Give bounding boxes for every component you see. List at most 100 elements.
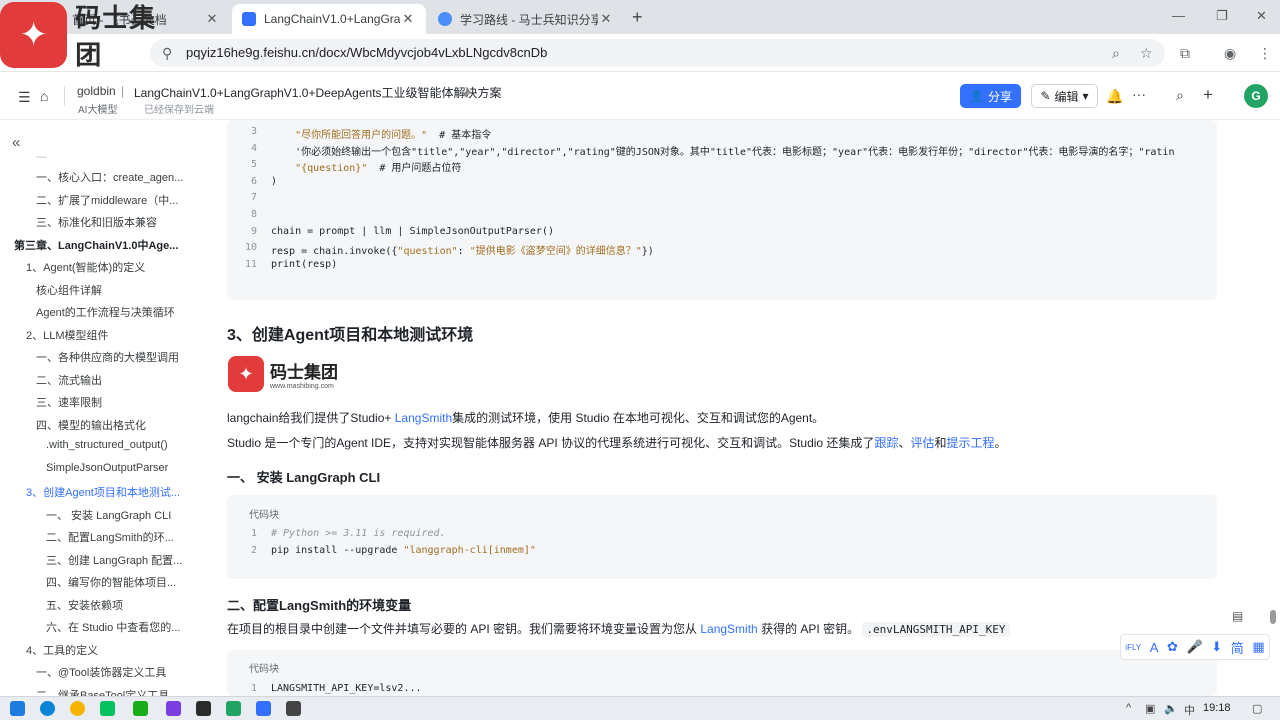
- close-icon[interactable]: ✕: [204, 11, 220, 27]
- wechat-icon[interactable]: [100, 701, 115, 716]
- menu-kebab-icon[interactable]: ⋮: [1258, 45, 1272, 62]
- tray-app-icon[interactable]: ▣: [1145, 702, 1155, 715]
- sidebar-toc-item[interactable]: 二、流式输出: [36, 372, 102, 388]
- sidebar-toc-item[interactable]: 2、LLM模型组件: [26, 327, 109, 343]
- evaluation-link[interactable]: 评估: [910, 436, 934, 450]
- floating-tool-item[interactable]: ✿: [1167, 639, 1178, 655]
- sidebar-toc-item[interactable]: 一、@Tool装饰器定义工具: [36, 664, 166, 680]
- code-block[interactable]: 代码块 1 # Python >= 3.11 is required. 2 pip i…: [227, 495, 1217, 579]
- pin-icon[interactable]: 🖈: [460, 84, 471, 105]
- sidebar-toc-item[interactable]: 三、速率限制: [36, 394, 102, 410]
- edit-mode-button[interactable]: ✎ 编辑 ▾: [1031, 84, 1098, 108]
- avatar[interactable]: G: [1244, 84, 1268, 108]
- more-icon[interactable]: ···: [1132, 86, 1146, 102]
- edge-icon[interactable]: [40, 701, 55, 716]
- app-icon[interactable]: [226, 701, 241, 716]
- document-title[interactable]: LangChainV1.0+LangGraphV1.0+DeepAgents工业…: [134, 84, 502, 101]
- langsmith-link[interactable]: LangSmith: [395, 411, 452, 425]
- floating-tool-item[interactable]: ▦: [1252, 639, 1264, 655]
- line-number: 1: [250, 683, 257, 694]
- chat-icon[interactable]: [133, 701, 148, 716]
- section-heading: 3、创建Agent项目和本地测试环境: [227, 327, 474, 344]
- floating-tool-item[interactable]: A: [1150, 640, 1159, 655]
- new-tab-button[interactable]: +: [632, 7, 643, 28]
- chrome-icon[interactable]: [70, 701, 85, 716]
- maximize-icon[interactable]: ❐: [1216, 8, 1228, 24]
- text: 、: [898, 436, 911, 450]
- toc-item-partial[interactable]: —: [36, 151, 47, 163]
- home-icon[interactable]: ⌂: [40, 88, 48, 104]
- tray-chevron-icon[interactable]: ^: [1126, 702, 1131, 714]
- sidebar-toc-item[interactable]: 四、编写你的智能体项目...: [46, 574, 176, 590]
- sidebar-toc-item[interactable]: 一、核心入口：create_agen...: [36, 169, 183, 185]
- add-icon[interactable]: +: [1203, 85, 1213, 105]
- floating-tool-item[interactable]: 🎤: [1187, 639, 1203, 655]
- sidebar-toc-item[interactable]: 核心组件详解: [36, 282, 102, 298]
- sidebar-toc-item[interactable]: SimpleJsonOutputParser: [46, 462, 168, 474]
- recorder-icon[interactable]: [286, 701, 301, 716]
- breadcrumb-root[interactable]: goldbin: [77, 84, 116, 98]
- floating-toolbar: iFLY A ✿ 🎤 ⬇ 简 ▦: [1120, 634, 1270, 660]
- scrollbar-thumb[interactable]: [1270, 610, 1276, 624]
- langsmith-link[interactable]: LangSmith: [700, 622, 757, 636]
- sidebar-toc-item[interactable]: 一、 安装 LangGraph CLI: [46, 507, 171, 523]
- sidebar-toc-item[interactable]: 3、创建Agent项目和本地测试...: [26, 484, 180, 500]
- volume-icon[interactable]: 🔈: [1164, 702, 1178, 715]
- search-icon[interactable]: ⌕: [1176, 87, 1184, 104]
- doc-tag[interactable]: AI大模型: [78, 101, 117, 116]
- clock[interactable]: 19:18: [1203, 702, 1231, 714]
- feishu-icon[interactable]: [256, 701, 271, 716]
- sidebar-toc-item[interactable]: 二、配置LangSmith的环...: [46, 529, 174, 545]
- ime-icon[interactable]: 中: [1184, 702, 1195, 718]
- window-close-icon[interactable]: ✕: [1256, 8, 1267, 24]
- close-icon[interactable]: ✕: [400, 11, 416, 27]
- sidebar-toc-item[interactable]: 4、工具的定义: [26, 642, 98, 658]
- collapse-sidebar-icon[interactable]: «: [12, 134, 20, 151]
- sidebar-toc-item[interactable]: 一、各种供应商的大模型调用: [36, 349, 179, 365]
- notification-icon[interactable]: ▢: [1252, 702, 1262, 715]
- start-icon[interactable]: [10, 701, 25, 716]
- bookmark-star-icon[interactable]: ☆: [1140, 45, 1153, 62]
- tab-langchain-doc[interactable]: LangChainV1.0+LangGraphV ✕: [232, 4, 426, 34]
- sidebar-toc-item[interactable]: 第三章、LangChainV1.0中Age...: [14, 237, 178, 253]
- prompt-engineering-link[interactable]: 提示工程: [947, 436, 995, 450]
- sidebar-toc-item[interactable]: 四、模型的输出格式化: [36, 417, 146, 433]
- floating-tool-item[interactable]: ⬇: [1211, 639, 1222, 655]
- app-icon[interactable]: [166, 701, 181, 716]
- bell-icon[interactable]: 🔔: [1106, 88, 1123, 105]
- profile-icon[interactable]: ◉: [1224, 45, 1236, 62]
- terminal-icon[interactable]: [196, 701, 211, 716]
- sidebar-toc-item[interactable]: 二、扩展了middleware（中...: [36, 192, 178, 208]
- brand-watermark: ✦ 码士集团: [0, 2, 182, 70]
- code-block-label: 代码块: [249, 664, 279, 675]
- code-block[interactable]: 3 "尽你所能回答用户的问题。" # 基本指令 4 '你必须始终输出一个包含"ti…: [227, 120, 1217, 300]
- minimize-icon[interactable]: —: [1172, 8, 1185, 23]
- tab-learning-path[interactable]: 学习路线 - 马士兵知识分享平台 ✕: [428, 4, 624, 34]
- brand-image: ✦ 码士集团 www.mashibing.com: [228, 356, 338, 392]
- code-line: "尽你所能回答用户的问题。" # 基本指令: [271, 126, 491, 141]
- url-text[interactable]: pqyiz16he9g.feishu.cn/docx/WbcMdyvcjob4v…: [186, 45, 547, 60]
- sidebar-toc-item[interactable]: 五、安装依赖项: [46, 597, 123, 613]
- sidebar-toc-item[interactable]: .with_structured_output(): [46, 439, 168, 451]
- sidebar-toc-item[interactable]: 1、Agent(智能体)的定义: [26, 259, 145, 275]
- brand-logo-icon: ✦: [228, 356, 264, 392]
- chevron-down-icon: ▾: [1082, 89, 1089, 103]
- share-button[interactable]: 👤 分享: [960, 84, 1021, 108]
- sidebar-toc-item[interactable]: 三、创建 LangGraph 配置...: [46, 552, 182, 568]
- brand-name: 码士集团: [270, 363, 338, 382]
- code-token: LANGSMITH_API_KEY=lsv2...: [271, 683, 422, 694]
- catalog-icon[interactable]: ▤: [1232, 609, 1243, 623]
- sidebar-toc-item[interactable]: 三、标准化和旧版本兼容: [36, 214, 157, 230]
- extensions-icon[interactable]: ⧉: [1180, 45, 1190, 62]
- search-page-icon[interactable]: ⌕: [1112, 45, 1120, 62]
- floating-tool-item[interactable]: iFLY: [1125, 643, 1141, 652]
- sidebar-toc-item[interactable]: 二、继承BaseTool定义工具: [36, 687, 169, 697]
- menu-icon[interactable]: ☰: [18, 89, 31, 106]
- floating-tool-item[interactable]: 简: [1231, 638, 1244, 657]
- tracing-link[interactable]: 跟踪: [874, 436, 898, 450]
- line-number: 11: [244, 258, 257, 270]
- code-block[interactable]: 代码块 1 LANGSMITH_API_KEY=lsv2...: [227, 650, 1217, 696]
- sidebar-toc-item[interactable]: 六、在 Studio 中查看您的...: [46, 619, 180, 635]
- close-icon[interactable]: ✕: [598, 11, 614, 27]
- sidebar-toc-item[interactable]: Agent的工作流程与决策循环: [36, 304, 175, 320]
